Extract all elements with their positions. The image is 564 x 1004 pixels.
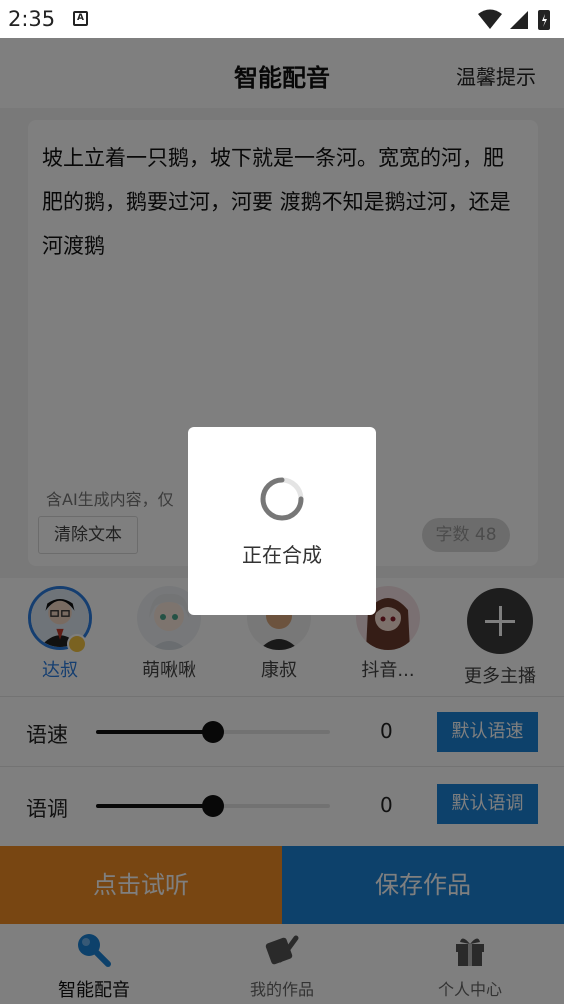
loading-dialog: 正在合成 [188, 427, 376, 615]
loading-message: 正在合成 [242, 543, 322, 567]
notification-icon: A [73, 11, 88, 26]
status-bar: 2:35 A [0, 0, 564, 38]
loading-spinner-icon [260, 477, 304, 521]
status-time: 2:35 [8, 7, 56, 31]
wifi-icon [478, 9, 502, 29]
status-icons [478, 9, 550, 30]
signal-icon [510, 11, 528, 29]
